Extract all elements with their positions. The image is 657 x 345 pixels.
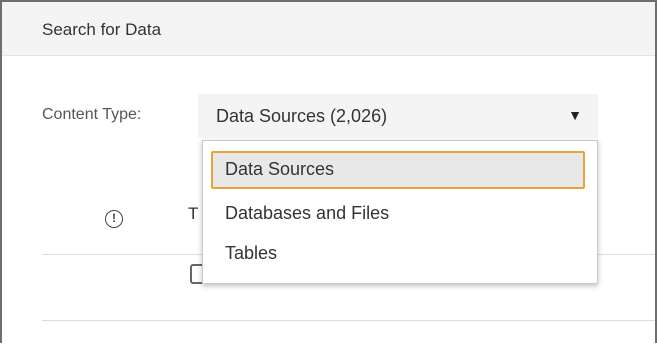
panel-header: Search for Data <box>2 2 655 56</box>
panel-title: Search for Data <box>42 20 162 39</box>
column-header[interactable]: T <box>188 204 198 224</box>
warning-icon: ! <box>105 210 123 228</box>
option-databases-and-files[interactable]: Databases and Files <box>211 195 585 233</box>
content-type-selected-value: Data Sources (2,026) <box>216 106 388 126</box>
dropdown-arrow-icon: ▼ <box>568 107 582 123</box>
option-data-sources[interactable]: Data Sources <box>211 151 585 189</box>
content-type-dropdown: Data Sources Databases and Files Tables <box>202 140 598 284</box>
option-tables[interactable]: Tables <box>211 235 585 273</box>
content-type-label: Content Type: <box>42 106 142 123</box>
table-divider <box>42 320 655 321</box>
content-type-select[interactable]: Data Sources (2,026) ▼ <box>198 94 598 138</box>
